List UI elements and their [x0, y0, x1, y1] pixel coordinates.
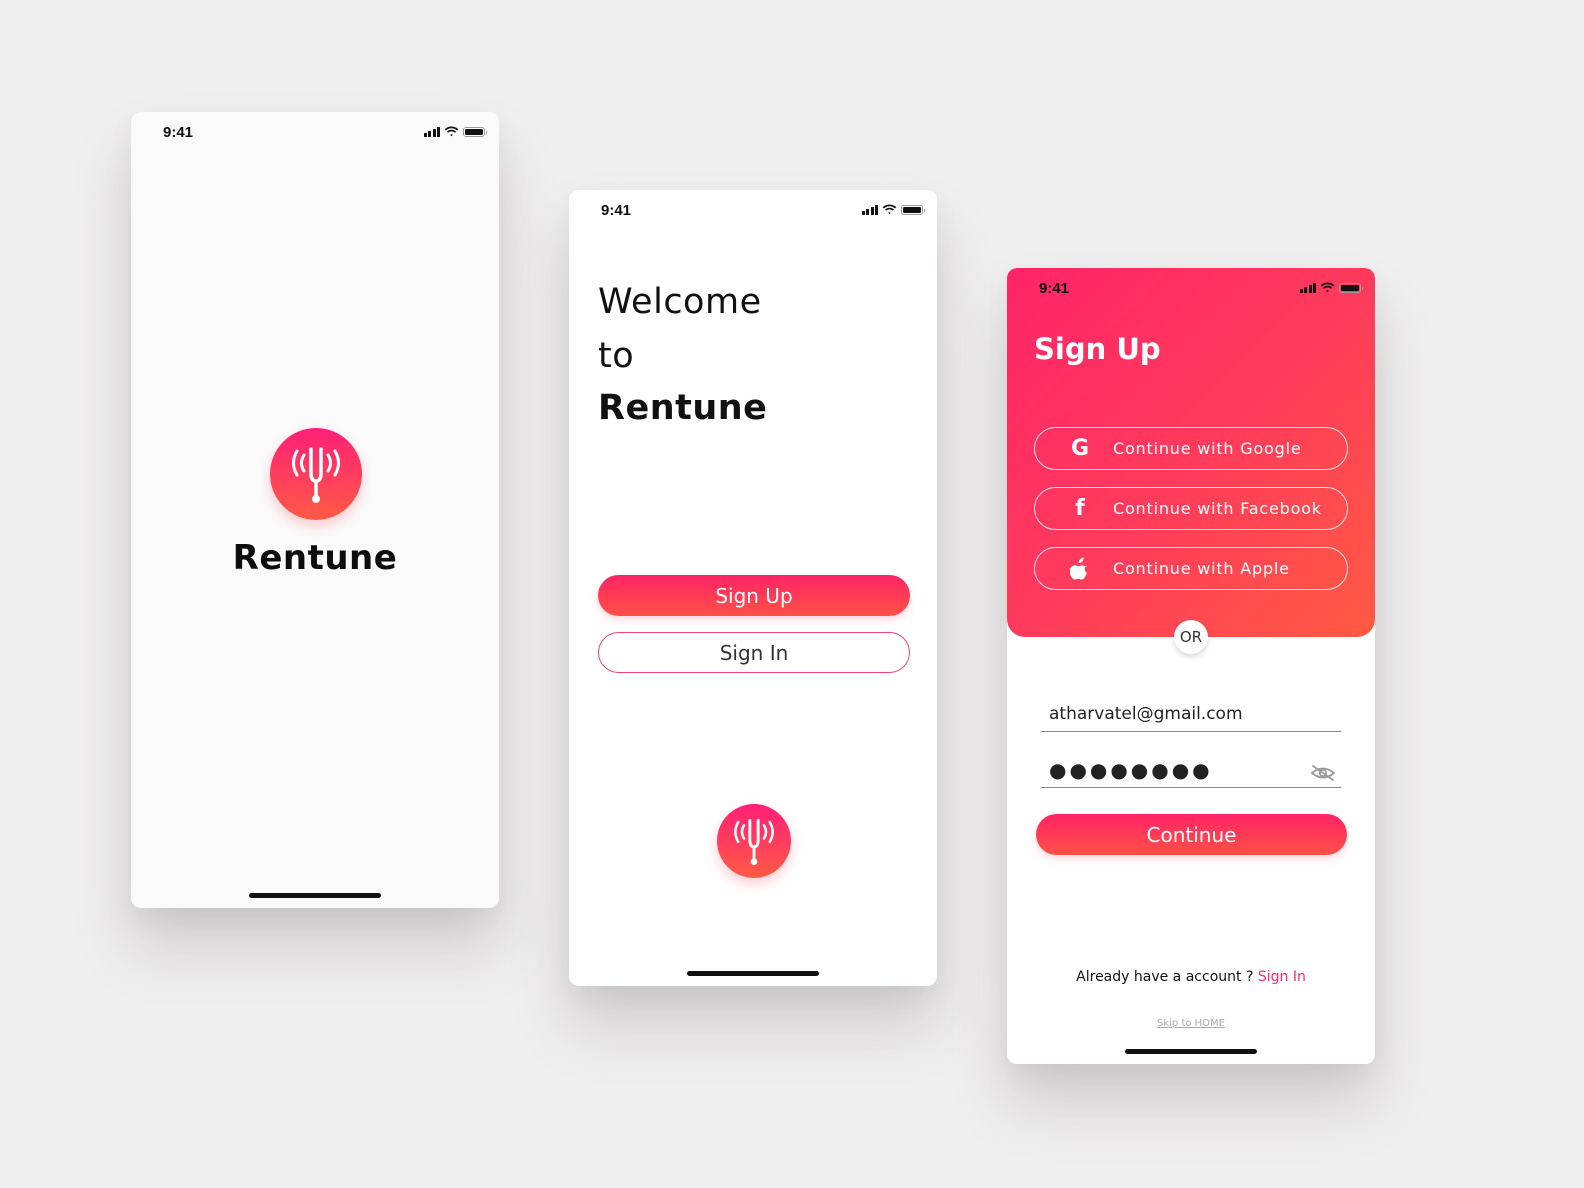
facebook-icon: f	[1075, 496, 1085, 521]
welcome-screen: 9:41 Welcome to Rentune Sign Up Sign In	[569, 190, 937, 986]
welcome-heading-line2: to	[598, 336, 635, 376]
sign-up-screen: 9:41 Sign Up G Continue with Google f Co…	[1007, 268, 1375, 1064]
sign-up-button[interactable]: Sign Up	[598, 575, 910, 616]
skip-to-home-link[interactable]: Skip to HOME	[1007, 1018, 1375, 1029]
google-icon: G	[1070, 436, 1090, 461]
already-have-account-text: Already have a account ?	[1076, 969, 1258, 985]
brand-name: Rentune	[232, 538, 398, 578]
home-indicator[interactable]	[249, 893, 381, 898]
home-indicator[interactable]	[687, 971, 819, 976]
splash-screen: 9:41 Rentune	[131, 112, 499, 908]
page-title: Sign Up	[1034, 332, 1161, 366]
tuning-fork-icon	[292, 447, 340, 503]
status-time: 9:41	[601, 202, 632, 219]
apple-icon	[1065, 557, 1095, 581]
wifi-icon	[882, 204, 897, 215]
welcome-brand-name: Rentune	[598, 388, 768, 428]
wifi-icon	[1320, 282, 1335, 293]
app-logo	[717, 804, 791, 878]
sign-in-button[interactable]: Sign In	[598, 632, 910, 673]
continue-with-apple-label: Continue with Apple	[1113, 559, 1290, 578]
home-indicator[interactable]	[1125, 1049, 1257, 1054]
continue-with-apple-button[interactable]: Continue with Apple	[1034, 547, 1348, 590]
continue-with-google-button[interactable]: G Continue with Google	[1034, 427, 1348, 470]
tuning-fork-icon	[734, 818, 774, 866]
password-field[interactable]	[1041, 752, 1341, 788]
status-icons	[1299, 282, 1363, 293]
status-icons	[423, 126, 487, 137]
status-bar: 9:41	[569, 190, 937, 230]
continue-with-google-label: Continue with Google	[1113, 439, 1302, 458]
status-bar: 9:41	[1007, 268, 1375, 308]
app-logo	[270, 428, 362, 520]
continue-with-facebook-button[interactable]: f Continue with Facebook	[1034, 487, 1348, 530]
battery-icon	[463, 126, 487, 137]
wifi-icon	[444, 126, 459, 137]
cellular-signal-icon	[423, 126, 440, 137]
cellular-signal-icon	[861, 204, 878, 215]
continue-with-facebook-label: Continue with Facebook	[1113, 499, 1322, 518]
email-field[interactable]	[1041, 696, 1341, 732]
status-time: 9:41	[1039, 280, 1070, 297]
status-icons	[861, 204, 925, 215]
status-bar: 9:41	[131, 112, 499, 152]
or-divider: OR	[1174, 620, 1208, 654]
sign-in-link[interactable]: Sign In	[1258, 969, 1306, 985]
already-have-account: Already have a account ? Sign In	[1007, 969, 1375, 985]
continue-button[interactable]: Continue	[1036, 814, 1347, 855]
battery-icon	[901, 204, 925, 215]
status-time: 9:41	[163, 124, 194, 141]
cellular-signal-icon	[1299, 282, 1316, 293]
battery-icon	[1339, 282, 1363, 293]
welcome-heading-line1: Welcome	[598, 282, 762, 322]
eye-off-icon[interactable]	[1309, 764, 1337, 782]
